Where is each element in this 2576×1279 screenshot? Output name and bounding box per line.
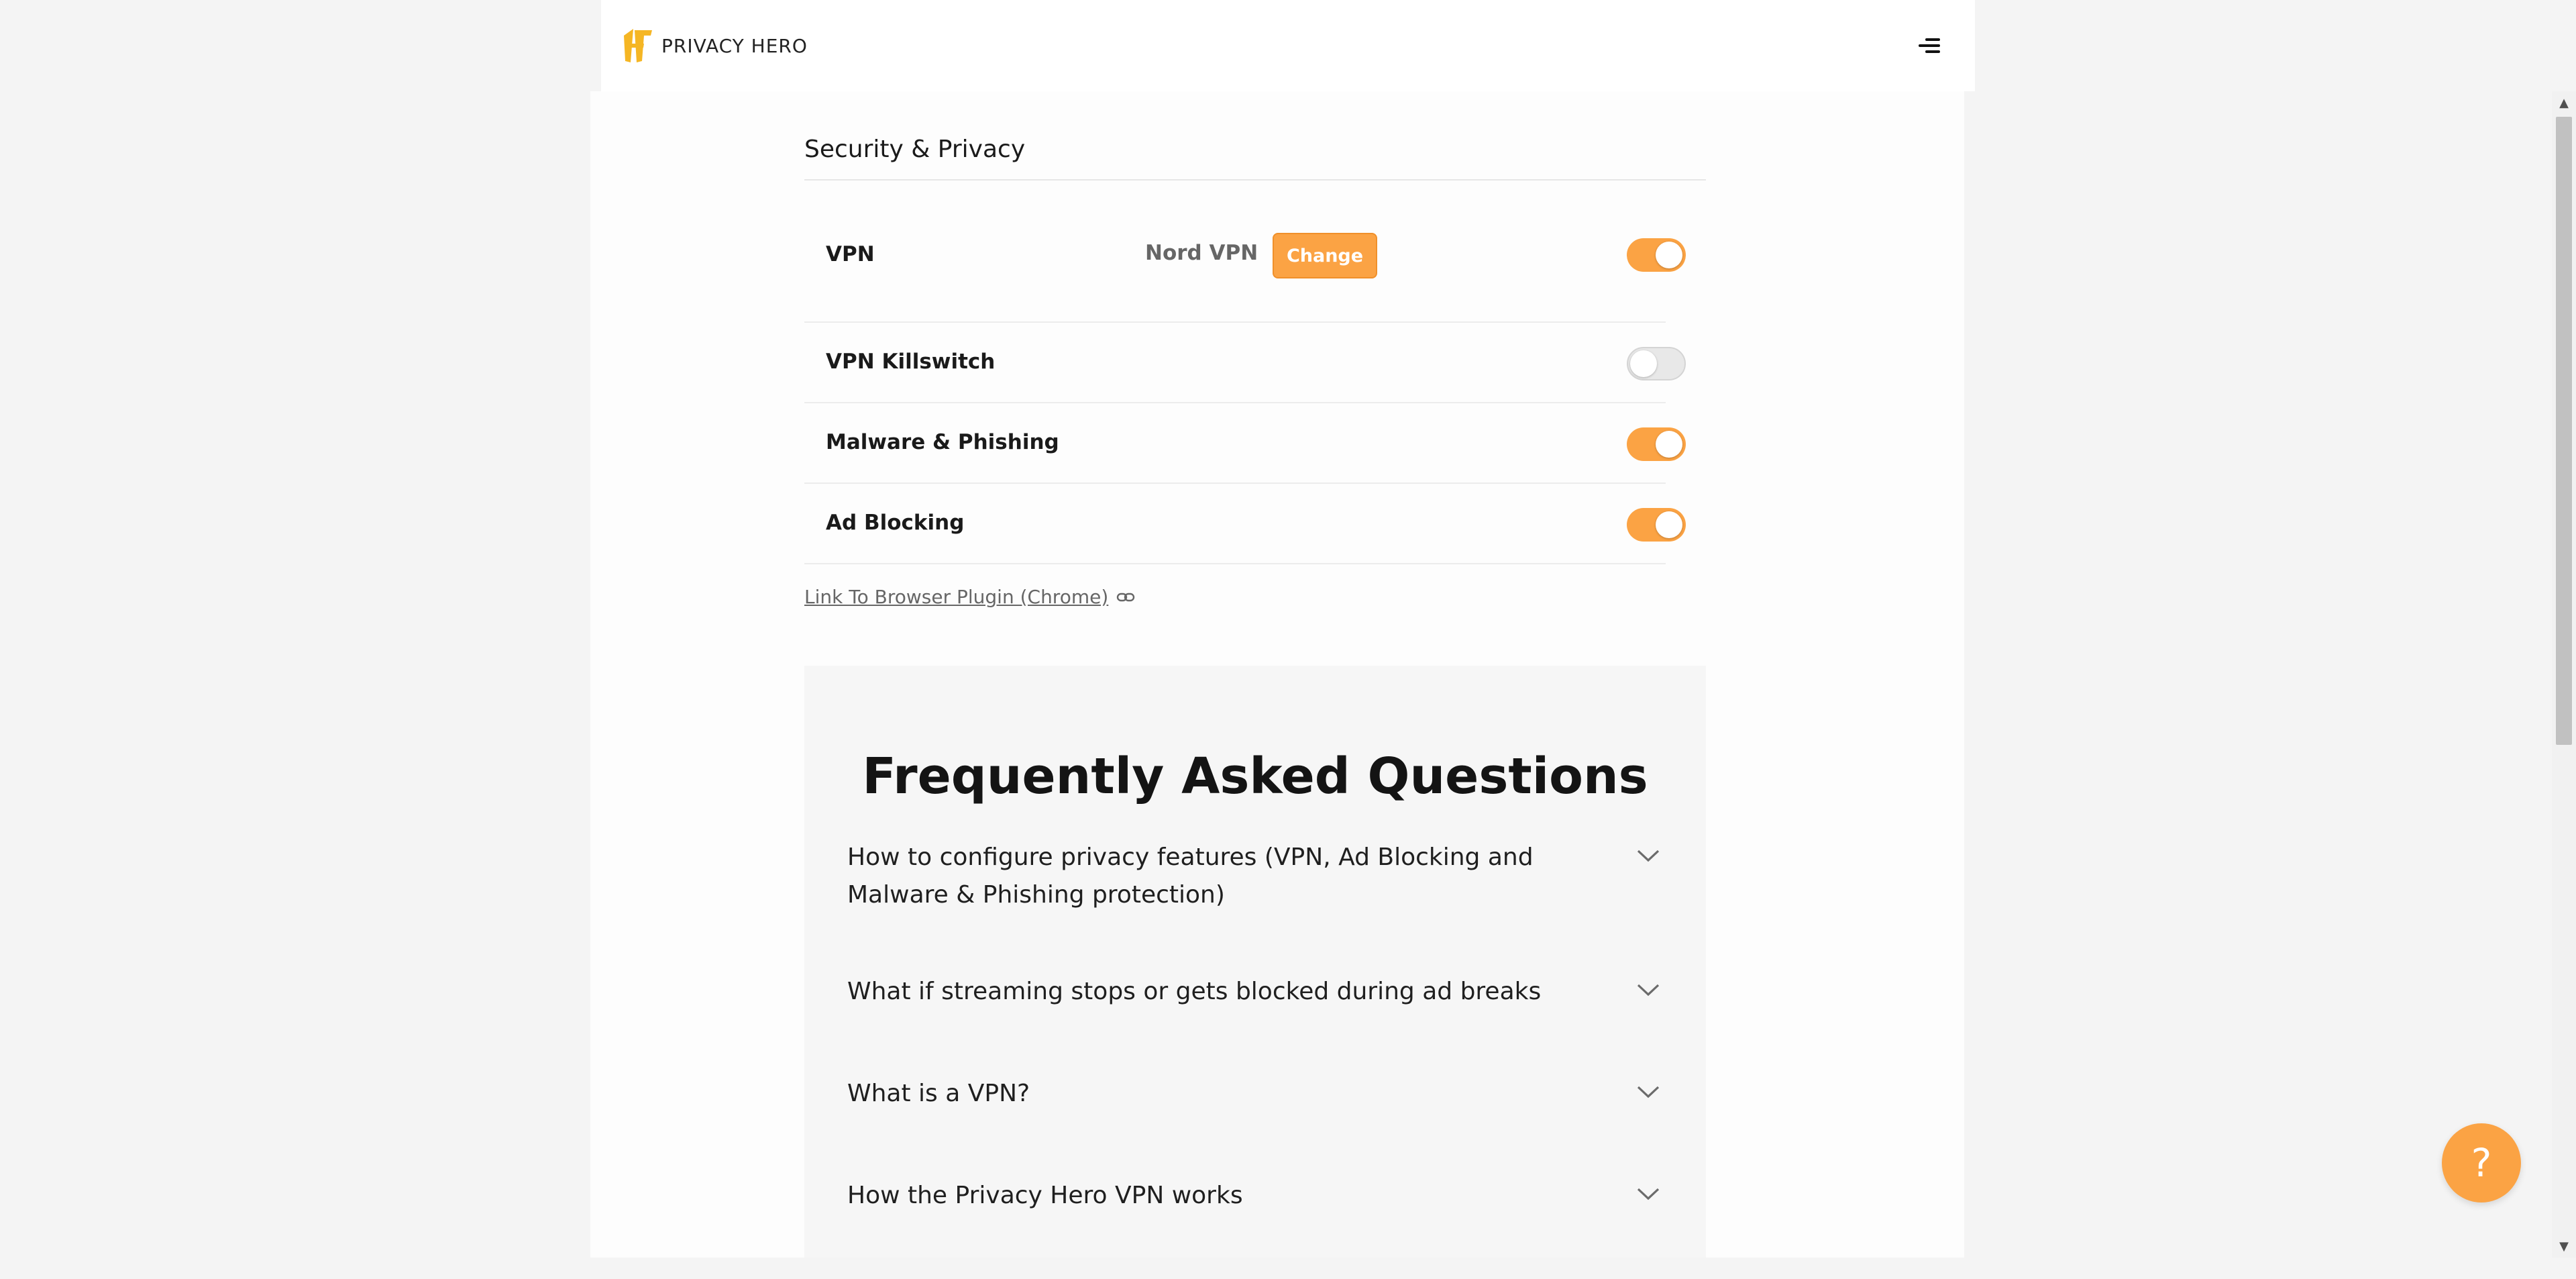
privacy-hero-logo-mark xyxy=(624,29,652,62)
scrollbar-thumb[interactable] xyxy=(2556,117,2572,745)
vpn-killswitch-label: VPN Killswitch xyxy=(826,350,996,374)
settings-list: VPN Nord VPN Change VPN Killswitch Malwa… xyxy=(804,215,1706,564)
vpn-setting-row: VPN Nord VPN Change xyxy=(804,215,1686,323)
faq-title: Frequently Asked Questions xyxy=(862,748,1648,805)
help-button[interactable]: ? xyxy=(2442,1123,2521,1203)
scroll-up-arrow-icon[interactable]: ▲ xyxy=(2552,91,2576,114)
page-scrollbar[interactable]: ▲ ▼ xyxy=(2552,91,2576,1258)
faq-question: What is a VPN? xyxy=(847,1080,1030,1107)
faq-section: Frequently Asked Questions How to config… xyxy=(804,666,1706,1258)
section-title: Security & Privacy xyxy=(804,136,1706,181)
browser-plugin-link-text: Link To Browser Plugin (Chrome) xyxy=(804,586,1109,608)
chevron-down-icon xyxy=(1637,1188,1660,1200)
ad-blocking-label: Ad Blocking xyxy=(826,511,965,535)
malware-phishing-toggle[interactable] xyxy=(1627,427,1686,461)
ad-blocking-toggle[interactable] xyxy=(1627,508,1686,542)
malware-phishing-row: Malware & Phishing xyxy=(804,403,1686,484)
vpn-killswitch-row: VPN Killswitch xyxy=(804,323,1686,403)
browser-plugin-link[interactable]: Link To Browser Plugin (Chrome) xyxy=(804,586,1135,608)
security-privacy-section: Security & Privacy VPN Nord VPN Change V… xyxy=(804,91,1706,608)
faq-question: How to configure privacy features (VPN, … xyxy=(847,843,1534,909)
help-icon: ? xyxy=(2471,1140,2492,1186)
ad-blocking-row: Ad Blocking xyxy=(804,484,1686,564)
vpn-killswitch-toggle[interactable] xyxy=(1627,347,1686,380)
vpn-label: VPN xyxy=(826,242,875,266)
privacy-hero-logo[interactable]: PRIVACY HERO xyxy=(621,26,808,65)
change-vpn-button[interactable]: Change xyxy=(1273,233,1377,278)
faq-item[interactable]: What if streaming stops or gets blocked … xyxy=(804,973,1706,1075)
logo-text: PRIVACY HERO xyxy=(661,34,808,57)
chevron-down-icon xyxy=(1637,850,1660,862)
faq-item[interactable]: How the Privacy Hero VPN works xyxy=(804,1177,1706,1279)
vpn-provider: Nord VPN xyxy=(1145,241,1258,265)
vpn-toggle[interactable] xyxy=(1627,238,1686,272)
faq-question: What if streaming stops or gets blocked … xyxy=(847,978,1542,1005)
malware-phishing-label: Malware & Phishing xyxy=(826,430,1059,454)
scroll-down-arrow-icon[interactable]: ▼ xyxy=(2552,1235,2576,1258)
top-header: PRIVACY HERO xyxy=(601,0,1975,91)
hamburger-menu-icon[interactable] xyxy=(1917,37,1940,54)
main-panel: Security & Privacy VPN Nord VPN Change V… xyxy=(590,91,1964,1258)
link-icon xyxy=(1117,593,1135,601)
faq-item[interactable]: How to configure privacy features (VPN, … xyxy=(804,839,1706,973)
faq-list: How to configure privacy features (VPN, … xyxy=(804,839,1706,1279)
chevron-down-icon xyxy=(1637,1086,1660,1098)
faq-question: How the Privacy Hero VPN works xyxy=(847,1182,1243,1209)
chevron-down-icon xyxy=(1637,984,1660,996)
faq-item[interactable]: What is a VPN? xyxy=(804,1075,1706,1177)
